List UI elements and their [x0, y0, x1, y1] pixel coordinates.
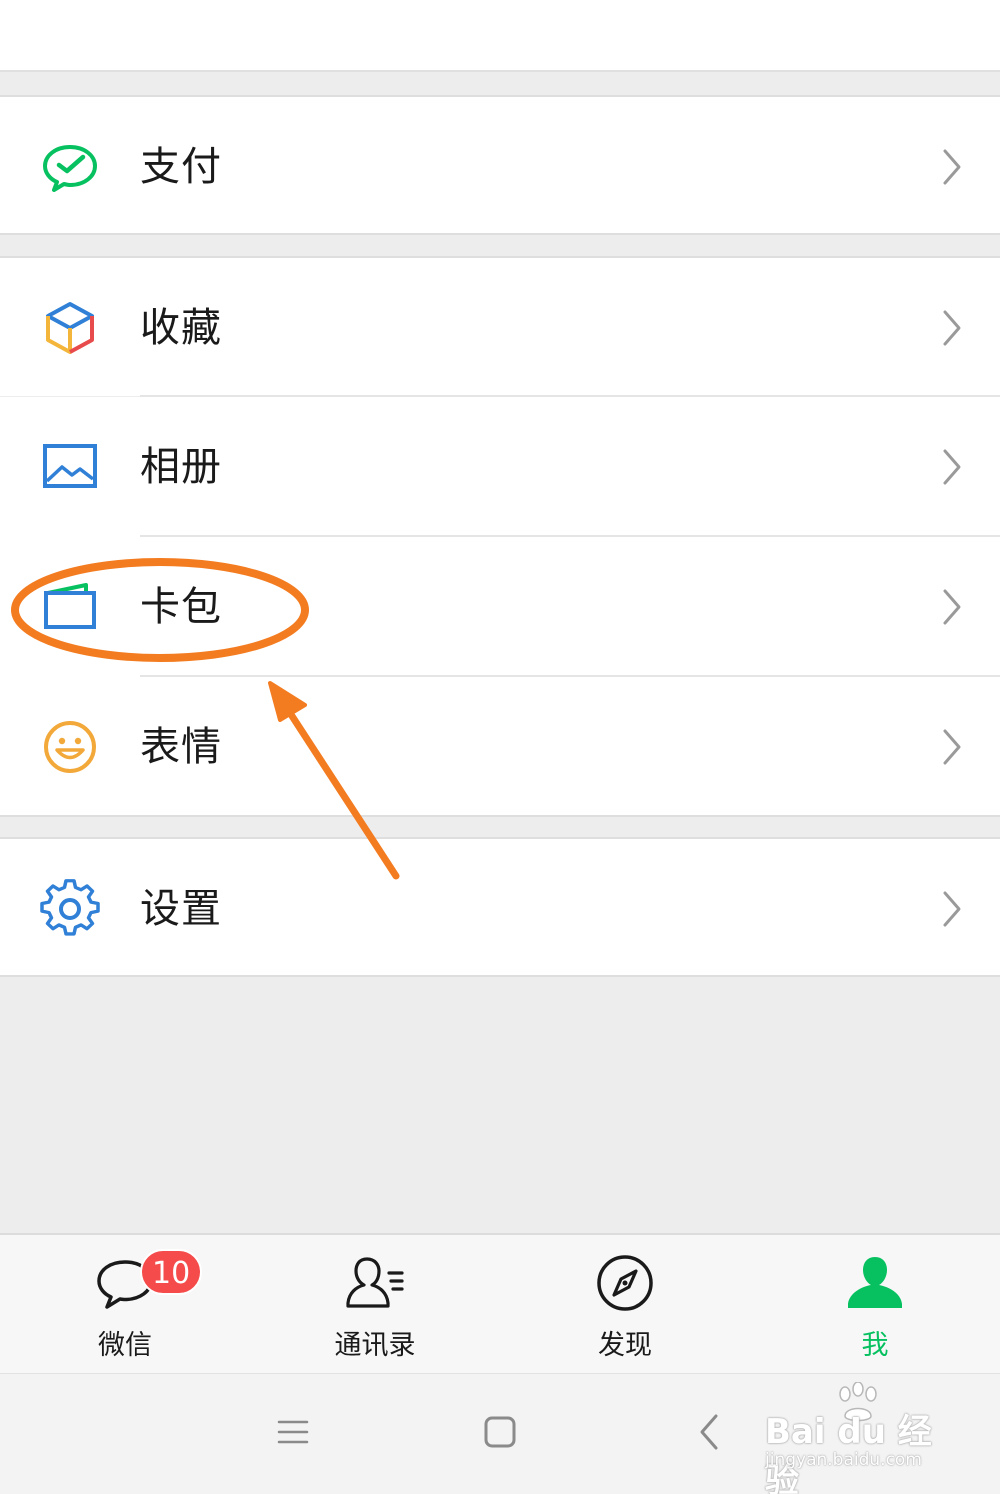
unread-badge: 10 — [140, 1249, 203, 1295]
menu-item-favorites[interactable]: 收藏 — [0, 256, 1000, 396]
menu-item-label: 设置 — [140, 886, 222, 932]
chevron-right-icon — [943, 449, 961, 485]
tab-me[interactable]: 我 — [750, 1235, 1000, 1375]
chevron-right-icon — [943, 589, 961, 625]
tab-contacts[interactable]: 通讯录 — [250, 1235, 500, 1375]
watermark-url: jingyan.baidu.com — [765, 1450, 922, 1470]
gear-icon — [40, 879, 100, 936]
chevron-right-icon — [943, 149, 961, 185]
bottom-tab-bar: 10 微信 通讯录 发现 我 — [0, 1233, 1000, 1373]
menu-item-card-wallet[interactable]: 卡包 — [0, 537, 1000, 677]
menu-item-stickers[interactable]: 表情 — [0, 677, 1000, 817]
tab-discover[interactable]: 发现 — [500, 1235, 750, 1375]
home-icon[interactable] — [480, 1412, 520, 1452]
baidu-jingyan-watermark: Bai du 经验 jingyan.baidu.com — [765, 1382, 965, 1494]
tab-chats[interactable]: 10 微信 — [0, 1235, 250, 1375]
chevron-right-icon — [943, 729, 961, 765]
watermark-brand: Bai du 经验 — [765, 1412, 932, 1494]
chevron-right-icon — [943, 310, 961, 346]
tab-label: 微信 — [98, 1330, 152, 1361]
menu-item-label: 相册 — [140, 444, 222, 490]
tab-label: 我 — [861, 1330, 889, 1361]
compass-icon — [597, 1255, 653, 1311]
tab-label: 发现 — [598, 1330, 652, 1361]
menu-item-label: 卡包 — [140, 584, 222, 630]
album-picture-icon — [43, 444, 97, 488]
menu-item-settings[interactable]: 设置 — [0, 837, 1000, 977]
menu-item-label: 表情 — [140, 724, 222, 770]
wechat-pay-icon — [43, 145, 97, 192]
favorites-cube-icon — [46, 302, 94, 354]
menu-item-label: 支付 — [140, 144, 222, 190]
top-panel — [0, 0, 1000, 72]
menu-item-label: 收藏 — [140, 305, 222, 351]
contacts-icon — [346, 1257, 404, 1308]
menu-item-album[interactable]: 相册 — [0, 397, 1000, 537]
smiley-icon — [44, 721, 96, 773]
tab-label: 通讯录 — [334, 1330, 416, 1361]
chevron-right-icon — [943, 891, 961, 927]
menu-item-pay[interactable]: 支付 — [0, 95, 1000, 235]
back-icon[interactable] — [690, 1412, 730, 1452]
menu-icon[interactable] — [273, 1412, 313, 1452]
person-icon — [848, 1257, 902, 1308]
card-wallet-icon — [44, 583, 96, 629]
